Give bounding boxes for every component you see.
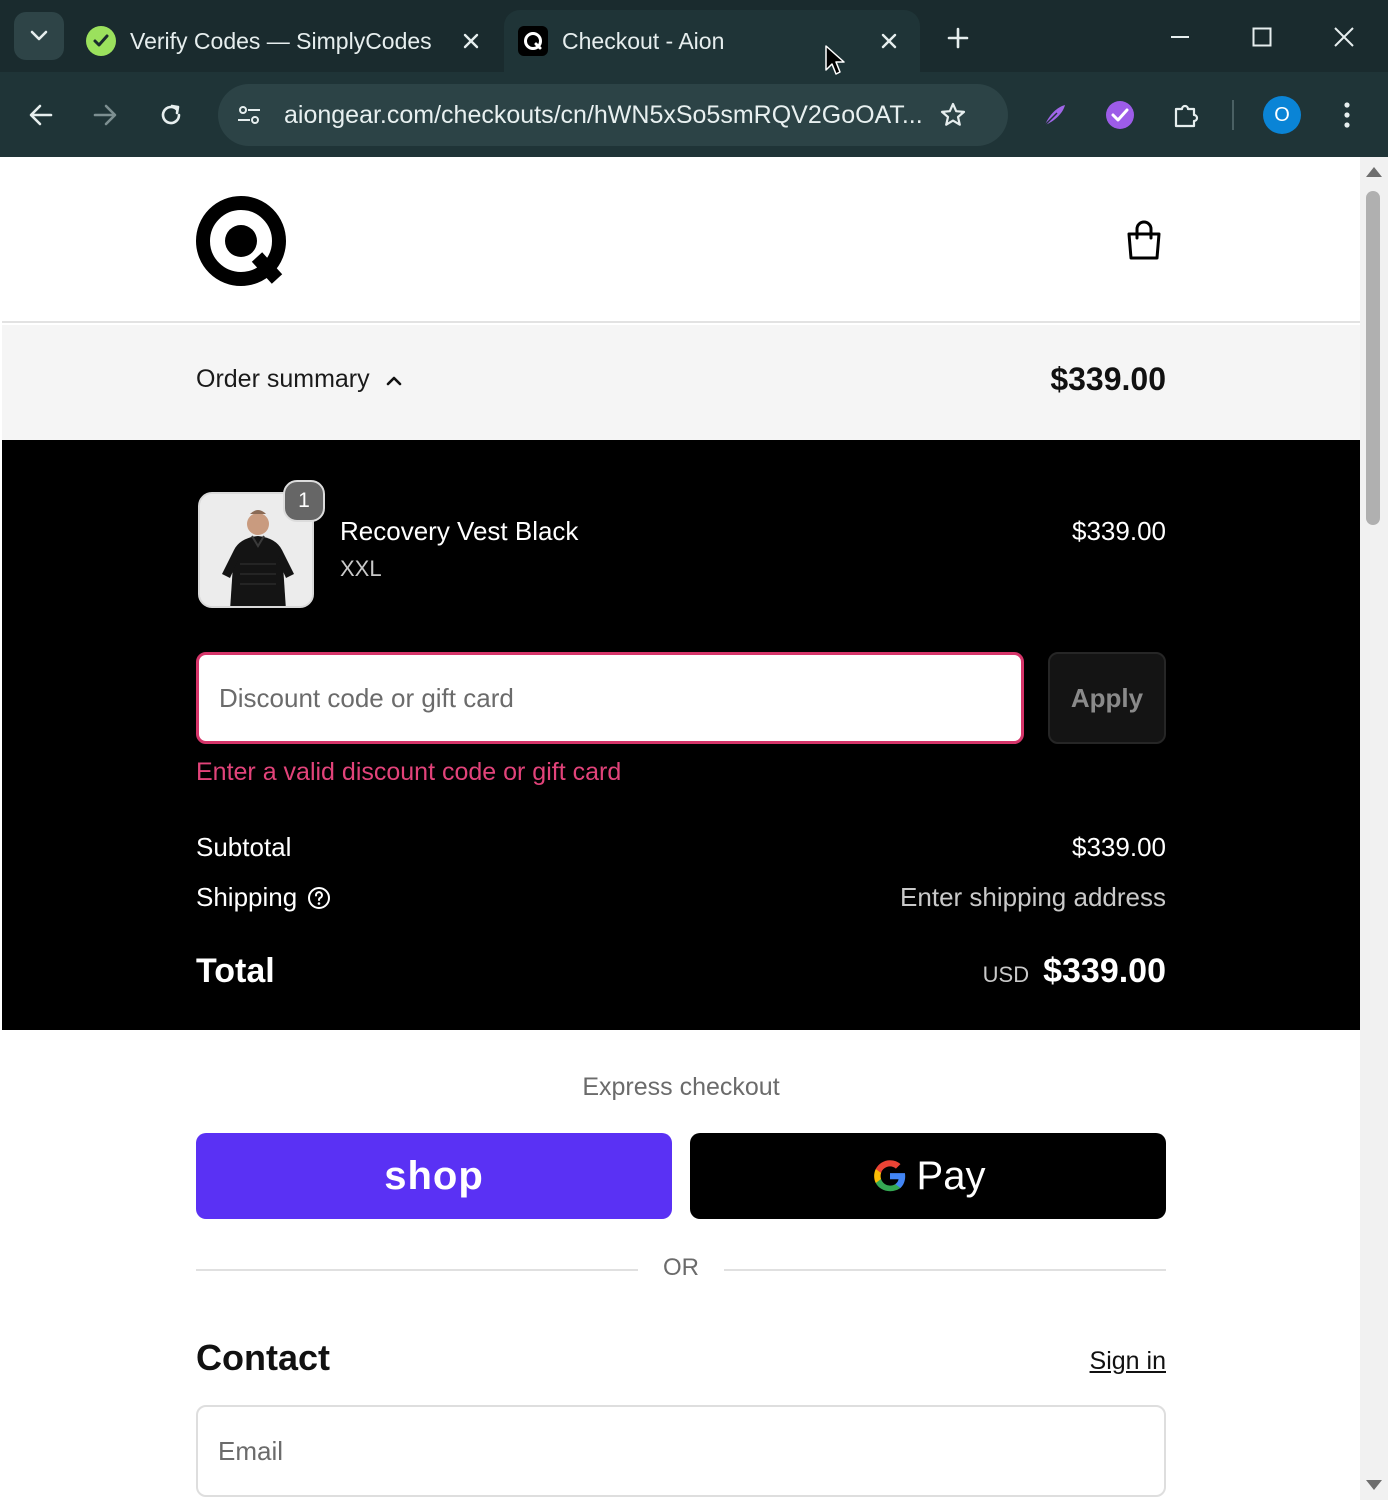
close-tab-icon[interactable] — [870, 22, 908, 60]
url-text: aiongear.com/checkouts/cn/hWN5xSo5smRQV2… — [284, 100, 923, 129]
order-summary-total: $339.00 — [1050, 361, 1166, 397]
currency-code: USD — [982, 962, 1030, 987]
discount-code-input[interactable] — [196, 652, 1024, 744]
subtotal-label: Subtotal — [196, 832, 292, 862]
tab-simplycodes[interactable]: Verify Codes — SimplyCodes — [72, 10, 502, 72]
shop-pay-button[interactable]: shop — [196, 1133, 672, 1219]
arrow-right-icon — [93, 104, 117, 126]
subtotal-row: Subtotal $339.00 — [196, 832, 1166, 863]
aion-logo[interactable] — [195, 195, 287, 287]
google-pay-button[interactable]: Pay — [690, 1133, 1166, 1219]
extensions-puzzle-icon[interactable] — [1163, 92, 1209, 138]
mouse-cursor-icon — [825, 45, 845, 75]
discount-error-message: Enter a valid discount code or gift card — [196, 758, 622, 786]
shipping-value: Enter shipping address — [900, 882, 1166, 912]
total-label: Total — [196, 952, 275, 990]
total-value: $339.00 — [1043, 952, 1166, 990]
site-header — [2, 157, 1360, 323]
apply-discount-button[interactable]: Apply — [1048, 652, 1166, 744]
close-icon — [1334, 27, 1354, 47]
product-name: Recovery Vest Black — [340, 516, 579, 546]
minimize-icon — [1171, 36, 1189, 38]
page-scrollbar[interactable] — [1360, 157, 1388, 1500]
google-pay-label: Pay — [916, 1153, 986, 1198]
maximize-icon — [1252, 27, 1272, 47]
product-price: $339.00 — [1072, 516, 1166, 546]
tab-checkout-aion[interactable]: Checkout - Aion — [504, 10, 920, 72]
or-divider: OR — [196, 1252, 1166, 1292]
plus-icon — [947, 27, 969, 49]
site-info-icon[interactable] — [226, 92, 272, 138]
email-field[interactable] — [196, 1405, 1166, 1497]
scroll-down-arrow-icon[interactable] — [1366, 1480, 1382, 1490]
more-menu-icon[interactable] — [1324, 92, 1370, 138]
order-summary-bar: Order summary $339.00 — [2, 325, 1360, 440]
shopping-bag-icon[interactable] — [1120, 217, 1168, 265]
sign-in-link[interactable]: Sign in — [1090, 1347, 1166, 1376]
quantity-badge: 1 — [283, 480, 325, 522]
maximize-button[interactable] — [1234, 14, 1290, 60]
subtotal-value: $339.00 — [1072, 832, 1166, 862]
product-variant: XXL — [340, 556, 382, 581]
checkout-page: Order summary $339.00 1 Recovery Vest Bl… — [2, 157, 1360, 1500]
contact-heading: Contact — [196, 1337, 330, 1378]
address-bar[interactable]: aiongear.com/checkouts/cn/hWN5xSo5smRQV2… — [218, 84, 1008, 146]
chevron-down-icon — [30, 30, 48, 41]
tab-title: Verify Codes — SimplyCodes — [130, 27, 432, 54]
order-summary-panel: 1 Recovery Vest Black XXL $339.00 Apply … — [2, 440, 1360, 1030]
close-window-button[interactable] — [1316, 14, 1372, 60]
google-g-icon — [873, 1160, 905, 1192]
order-summary-label: Order summary — [196, 365, 370, 393]
reload-icon — [161, 104, 181, 125]
express-checkout-label: Express checkout — [582, 1073, 780, 1101]
back-button[interactable] — [18, 92, 64, 138]
total-row: Total USD $339.00 — [196, 952, 1166, 991]
minimize-button[interactable] — [1152, 14, 1208, 60]
aion-icon — [518, 26, 548, 56]
toolbar-divider — [1232, 100, 1234, 130]
profile-avatar[interactable]: O — [1263, 96, 1301, 134]
shipping-label: Shipping — [196, 882, 298, 912]
feather-extension-icon[interactable] — [1032, 92, 1078, 138]
shop-pay-label: shop — [384, 1153, 484, 1198]
tab-search-button[interactable] — [14, 12, 64, 60]
simplycodes-extension-icon[interactable] — [1097, 92, 1143, 138]
scrollbar-thumb[interactable] — [1366, 191, 1380, 525]
or-label: OR — [663, 1254, 699, 1281]
navigation-bar: aiongear.com/checkouts/cn/hWN5xSo5smRQV2… — [0, 72, 1388, 157]
browser-chrome: Verify Codes — SimplyCodes Checkout - Ai… — [0, 0, 1388, 157]
order-summary-toggle[interactable]: Order summary — [196, 365, 404, 394]
simplycodes-icon — [86, 26, 116, 56]
new-tab-button[interactable] — [936, 16, 980, 60]
help-circle-icon[interactable] — [307, 886, 331, 910]
bookmark-star-icon[interactable] — [930, 92, 976, 138]
close-tab-icon[interactable] — [452, 22, 490, 60]
tab-strip: Verify Codes — SimplyCodes Checkout - Ai… — [0, 0, 1388, 72]
reload-button[interactable] — [148, 92, 194, 138]
forward-button[interactable] — [82, 92, 128, 138]
shipping-row: Shipping Enter shipping address — [196, 882, 1166, 913]
scroll-up-arrow-icon[interactable] — [1366, 167, 1382, 177]
arrow-left-icon — [29, 104, 53, 126]
chevron-up-icon — [386, 376, 401, 385]
